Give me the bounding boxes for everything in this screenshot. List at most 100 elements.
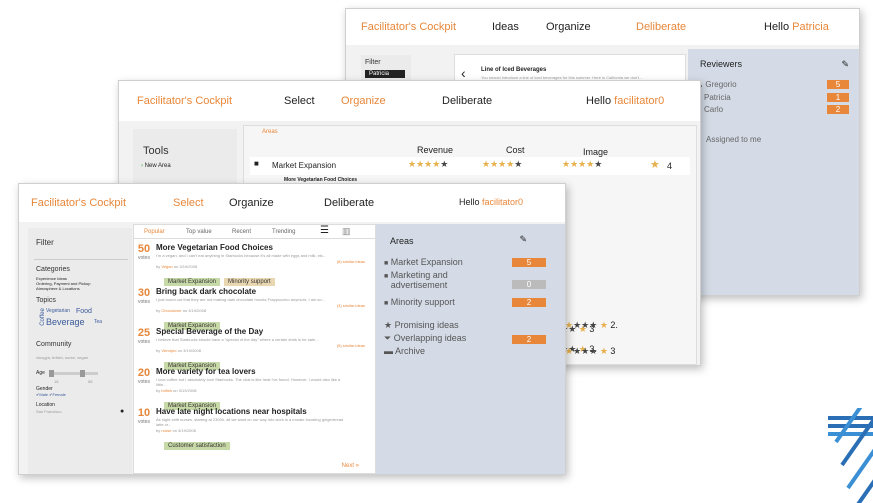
location-input[interactable]: San Francisco: [36, 409, 62, 414]
idea-title[interactable]: Bring back dark chocolate: [156, 287, 256, 296]
vote-count[interactable]: 25 votes: [137, 327, 151, 345]
slider-handle[interactable]: [80, 370, 85, 377]
list-view-icon[interactable]: ☰: [320, 225, 329, 236]
nav-select[interactable]: Select: [173, 197, 204, 209]
area-name: Market Expansion: [390, 257, 463, 267]
reviewer-row[interactable]: ♟ Gregorio5: [696, 80, 849, 89]
idea-item[interactable]: 30 votes Bring back dark chocolate I just f…: [134, 287, 377, 330]
idea-author[interactable]: british: [161, 388, 172, 393]
topic-cloud: Coffee Vegetarian Food Beverage Tea: [34, 308, 130, 334]
filter-input[interactable]: [34, 254, 128, 260]
vote-count[interactable]: 30 votes: [137, 287, 151, 305]
tab-popular[interactable]: Popular: [144, 229, 165, 235]
areas-tab[interactable]: Areas: [262, 129, 278, 135]
reviewer-name: Gregorio: [705, 80, 737, 89]
idea-title[interactable]: More Vegetarian Food Choices: [156, 243, 273, 252]
idea-item[interactable]: 20 votes More variety for tea lovers I love…: [134, 367, 377, 410]
idea-item[interactable]: 25 votes Special Beverage of the Day I beli…: [134, 327, 377, 370]
idea-item[interactable]: 10 votes Have late night locations near ho…: [134, 407, 377, 450]
back-arrow-icon[interactable]: ‹: [461, 65, 466, 81]
topic-coffee[interactable]: Coffee: [40, 308, 46, 326]
idea-tag[interactable]: Market Expansion: [164, 278, 221, 286]
idea-author[interactable]: nurse: [161, 428, 171, 433]
area-row[interactable]: ■ Market Expansion ★★★★★ ★★★★★ ★★★★★ ★ 4: [250, 157, 690, 175]
edit-pencil-icon[interactable]: ✎: [519, 234, 527, 245]
nav-select[interactable]: Select: [284, 95, 315, 107]
idea-title[interactable]: More variety for tea lovers: [156, 367, 256, 376]
user-name[interactable]: facilitator0: [482, 197, 523, 207]
vote-count[interactable]: 50 votes: [137, 243, 151, 261]
nav-organize[interactable]: Organize: [546, 21, 591, 33]
idea-title[interactable]: Special Beverage of the Day: [156, 327, 263, 336]
topic-food[interactable]: Food: [76, 308, 92, 315]
filter-archive[interactable]: ▬ Archive: [384, 346, 425, 356]
idea-desc: I just found out that they are not makin…: [156, 297, 325, 302]
reviewer-row[interactable]: Carlo 2: [704, 105, 849, 114]
idea-tag[interactable]: Customer satisfaction: [164, 442, 230, 450]
next-link[interactable]: Next »: [342, 463, 359, 469]
idea-date: on 3/19/2008: [177, 348, 201, 353]
category-item[interactable]: Atmosphere & Locations: [36, 286, 80, 291]
idea-date: on 3/19/2008: [172, 428, 196, 433]
similar-link[interactable]: (5) similar ideas: [337, 343, 365, 348]
community-input[interactable]: vinogya, british, nurse, vegan: [36, 355, 126, 360]
score-row: ★★★★ ★ 3: [565, 346, 616, 356]
filter-overlapping[interactable]: ⏷ Overlapping ideas 2: [384, 333, 556, 344]
age-min: 18: [54, 379, 59, 384]
gender-female[interactable]: Female: [53, 392, 66, 397]
area-item[interactable]: ■ Marketing and advertisement 0: [384, 270, 556, 290]
new-area-link[interactable]: › New Area: [141, 163, 171, 169]
idea-tag[interactable]: Minority support: [224, 278, 275, 286]
vote-count[interactable]: 20 votes: [137, 367, 151, 385]
pin-icon[interactable]: ●: [120, 408, 124, 415]
nav-organize[interactable]: Organize: [229, 197, 274, 209]
topic-tea[interactable]: Tea: [94, 319, 102, 325]
edit-pencil-icon[interactable]: ✎: [841, 59, 849, 70]
similar-link[interactable]: (8) similar ideas: [337, 259, 365, 264]
filter-item[interactable]: Patricia: [365, 70, 405, 78]
topic-beverage[interactable]: Beverage: [46, 317, 85, 327]
area-item[interactable]: ■ Market Expansion 5: [384, 257, 556, 267]
slider-handle[interactable]: [49, 370, 54, 377]
by-label: by: [156, 348, 161, 353]
folder-icon: ■: [254, 159, 259, 168]
area-item[interactable]: ■ Minority support 2: [384, 297, 556, 307]
user-name[interactable]: facilitator0: [614, 95, 664, 107]
new-area-label: New Area: [144, 163, 171, 169]
idea-meta: by british on 3/19/2008: [156, 388, 197, 393]
gender-male[interactable]: Male: [39, 392, 48, 397]
idea-item[interactable]: 50 votes More Vegetarian Food Choices I'm a…: [134, 243, 377, 286]
hello-text: Hello facilitator0: [586, 95, 664, 107]
chart-view-icon[interactable]: ▥: [342, 226, 351, 237]
nav-ideas[interactable]: Ideas: [492, 21, 519, 33]
idea-author[interactable]: Vegan: [161, 264, 172, 269]
idea-title[interactable]: Have late night locations near hospitals: [156, 407, 307, 416]
nav-deliberate[interactable]: Deliberate: [324, 197, 374, 209]
hello-label: Hello: [764, 21, 790, 33]
tab-recent[interactable]: Recent: [232, 229, 251, 235]
reviewer-row[interactable]: Patricia 1: [704, 93, 849, 102]
user-name[interactable]: Patricia: [792, 21, 829, 33]
nav-deliberate[interactable]: Deliberate: [442, 95, 492, 107]
idea-meta: by Vegan on 3/19/2008: [156, 264, 197, 269]
image-stars[interactable]: ★★★★★: [562, 159, 602, 170]
similar-link[interactable]: (3) similar ideas: [337, 303, 365, 308]
assigned-to-me[interactable]: Assigned to me: [706, 135, 761, 144]
hello-label: Hello: [586, 95, 612, 107]
funnel-icon: ⏷: [384, 333, 392, 343]
tab-trending[interactable]: Trending: [272, 229, 295, 235]
cost-stars[interactable]: ★★★★★: [482, 159, 522, 170]
idea-author[interactable]: Chocolover: [161, 308, 181, 313]
tab-top-value[interactable]: Top value: [186, 229, 212, 235]
age-slider[interactable]: [49, 370, 98, 377]
revenue-stars[interactable]: ★★★★★: [408, 159, 448, 170]
nav-organize[interactable]: Organize: [341, 95, 386, 107]
nav-deliberate[interactable]: Deliberate: [636, 21, 686, 33]
idea-desc: As night shift nurses, starting at 2300h…: [156, 417, 344, 427]
idea-author[interactable]: Vbndpro: [161, 348, 176, 353]
gender-options[interactable]: ✔Male ✔Female: [36, 392, 66, 397]
filter-name: Archive: [395, 346, 426, 356]
topic-vegetarian[interactable]: Vegetarian: [46, 308, 70, 314]
vote-count[interactable]: 10 votes: [137, 407, 151, 425]
filter-promising[interactable]: ★ Promising ideas: [384, 320, 459, 331]
